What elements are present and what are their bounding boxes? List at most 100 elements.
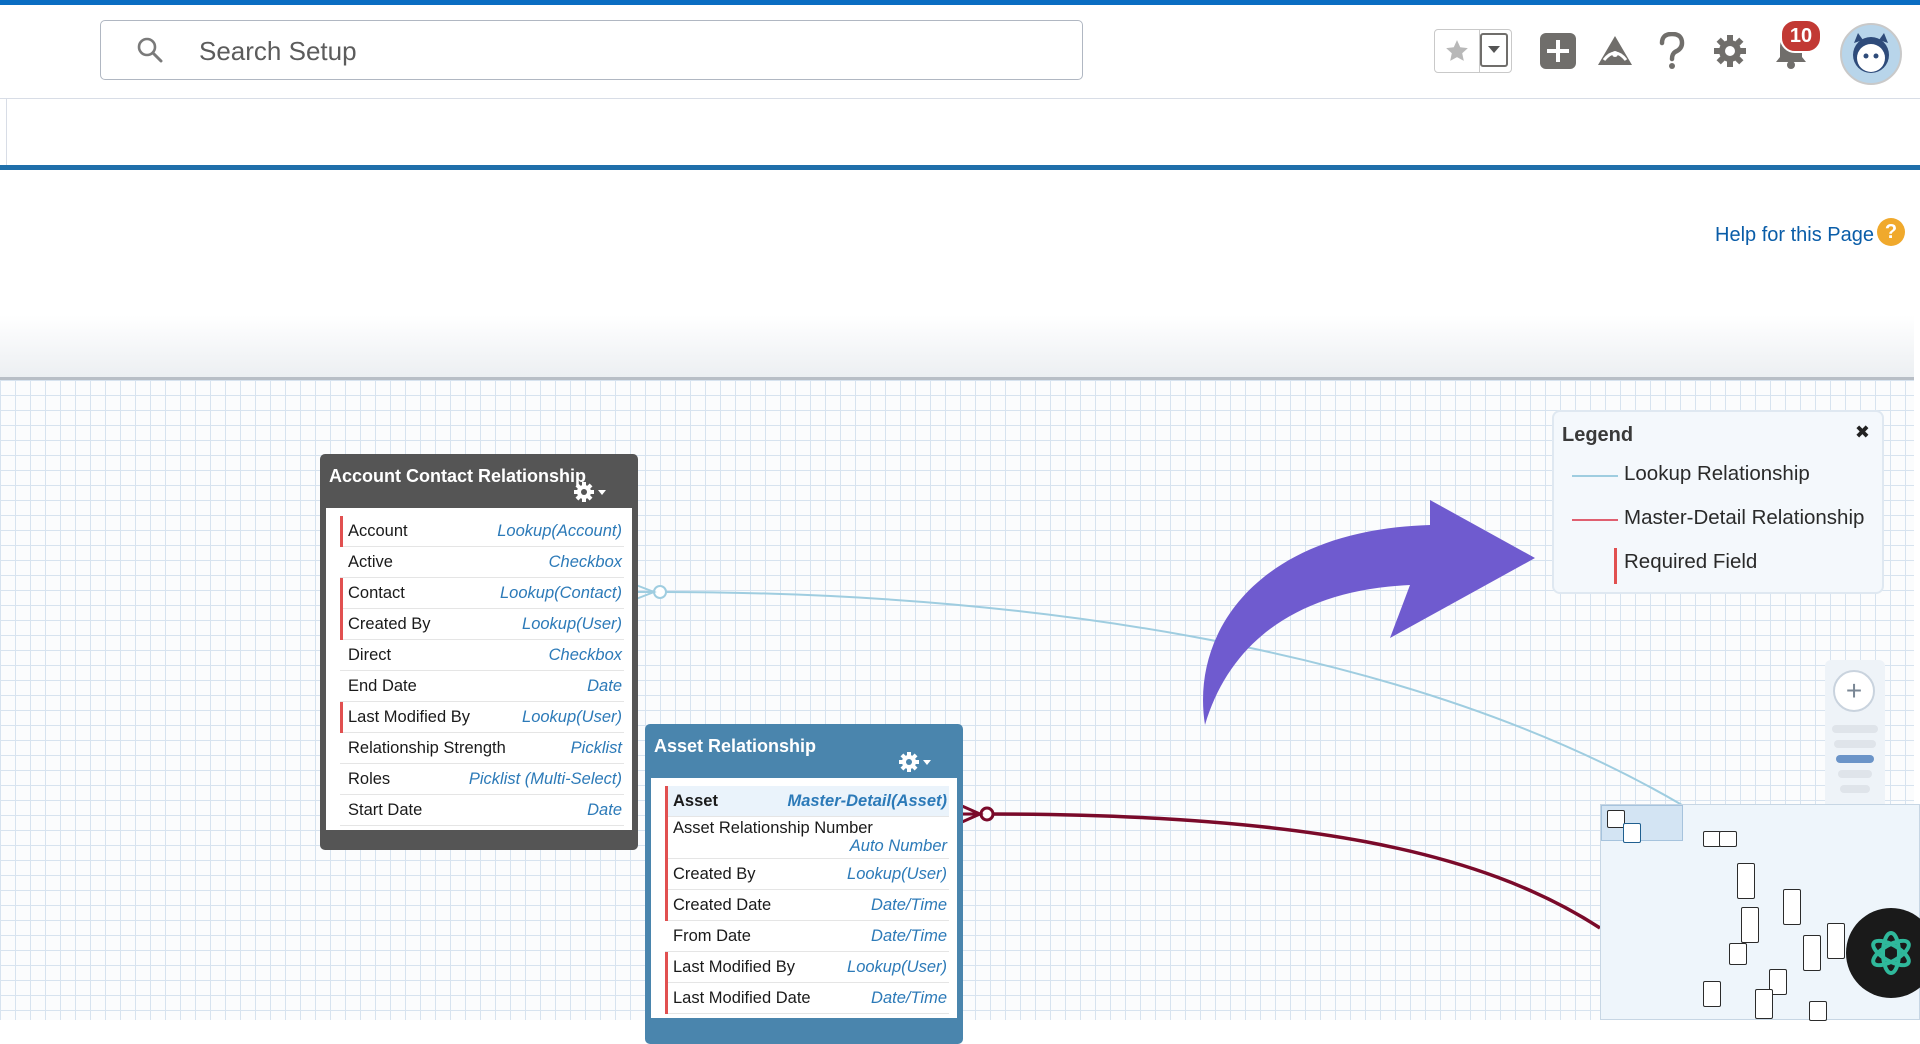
- legend-item-master-detail: Master-Detail Relationship: [1624, 506, 1865, 529]
- lookup-line-swatch: [1572, 475, 1618, 477]
- field-row[interactable]: Asset Relationship Number Auto Number: [665, 817, 949, 859]
- zoom-level-step[interactable]: [1832, 725, 1878, 733]
- global-header: 10: [0, 5, 1920, 99]
- master-detail-relationship-line: [986, 812, 1601, 930]
- object-gear-icon[interactable]: [572, 480, 610, 504]
- minimap-object: [1729, 943, 1747, 965]
- field-row[interactable]: Direct Checkbox: [340, 640, 624, 671]
- minimap-object: [1737, 863, 1755, 899]
- legend-title: Legend: [1562, 424, 1634, 446]
- field-row[interactable]: Start Date Date: [340, 795, 624, 826]
- field-row[interactable]: Account Lookup(Account): [340, 516, 624, 547]
- minimap-object: [1623, 823, 1641, 843]
- field-row[interactable]: Created By Lookup(User): [340, 609, 624, 640]
- zoom-level-current[interactable]: [1836, 755, 1874, 763]
- field-type: Picklist (Multi-Select): [468, 770, 622, 788]
- field-row[interactable]: Active Checkbox: [340, 547, 624, 578]
- field-type: Lookup(User): [522, 708, 622, 726]
- zoom-level-step[interactable]: [1834, 740, 1876, 748]
- field-row[interactable]: End Date Date: [340, 671, 624, 702]
- avatar[interactable]: [1840, 23, 1902, 85]
- zoom-level-step[interactable]: [1838, 770, 1872, 778]
- field-name: Created By: [348, 615, 431, 633]
- minimap-object: [1741, 907, 1759, 943]
- minimap-object: [1809, 1001, 1827, 1021]
- field-type: Date/Time: [871, 927, 947, 945]
- help-for-this-page-link[interactable]: Help for this Page: [1715, 224, 1874, 247]
- chevron-down-icon: [1488, 46, 1500, 53]
- ai-assistant-icon: [1871, 931, 1911, 975]
- field-row[interactable]: From Date Date/Time: [665, 921, 949, 952]
- field-type: Checkbox: [548, 646, 622, 664]
- global-actions-button[interactable]: [1538, 31, 1578, 71]
- gear-icon: [1714, 35, 1746, 67]
- zoom-in-button[interactable]: +: [1833, 670, 1875, 712]
- field-row[interactable]: Created By Lookup(User): [665, 859, 949, 890]
- trailhead-button[interactable]: [1595, 31, 1635, 71]
- minimap-object: [1803, 935, 1821, 971]
- legend-panel: Legend ✖ Lookup Relationship Master-Deta…: [1552, 410, 1884, 594]
- search-icon: [137, 37, 163, 63]
- master-detail-crowfoot: [961, 804, 984, 824]
- field-name: Roles: [348, 770, 391, 788]
- field-type: Date: [587, 677, 622, 695]
- help-icon[interactable]: ?: [1877, 218, 1905, 246]
- zoom-control: +: [1825, 660, 1885, 810]
- required-field-swatch: [1614, 548, 1617, 584]
- field-name: End Date: [348, 677, 417, 695]
- minimap-object: [1827, 923, 1845, 959]
- lookup-crowfoot: [635, 584, 657, 600]
- field-type: Checkbox: [548, 553, 622, 571]
- zoom-level-step[interactable]: [1840, 785, 1870, 793]
- search-box[interactable]: [100, 20, 1083, 80]
- field-name: Last Modified By: [348, 708, 470, 726]
- field-type: Picklist: [570, 739, 622, 757]
- field-row[interactable]: Contact Lookup(Contact): [340, 578, 624, 609]
- object-asset-relationship[interactable]: Asset Relationship Asset Master-Detail(As…: [645, 724, 963, 1044]
- favorites-button[interactable]: [1435, 30, 1480, 72]
- field-type: Lookup(User): [847, 958, 947, 976]
- notification-count-badge: 10: [1780, 19, 1822, 53]
- field-type: Lookup(Contact): [500, 584, 622, 602]
- minimap-object: [1703, 981, 1721, 1007]
- field-row[interactable]: Created Date Date/Time: [665, 890, 949, 921]
- field-type: Date: [587, 801, 622, 819]
- field-name: Active: [348, 553, 393, 571]
- field-list: Account Lookup(Account) Active Checkbox Cont…: [326, 508, 632, 830]
- setup-button[interactable]: [1710, 31, 1750, 71]
- field-row[interactable]: Relationship Strength Picklist: [340, 733, 624, 764]
- help-button[interactable]: [1652, 31, 1692, 71]
- field-name: From Date: [673, 927, 751, 945]
- favorites-control: [1434, 29, 1512, 73]
- field-name: Asset: [673, 792, 718, 810]
- search-input[interactable]: [197, 29, 1061, 73]
- object-gear-icon[interactable]: [897, 750, 935, 774]
- star-icon: [1446, 40, 1468, 61]
- astro-avatar-icon: [1853, 33, 1889, 73]
- field-name: Account: [348, 522, 408, 540]
- field-name: Last Modified By: [673, 958, 795, 976]
- field-type: Master-Detail(Asset): [787, 792, 947, 810]
- annotation-arrow: [1203, 500, 1535, 725]
- field-name: Contact: [348, 584, 405, 602]
- favorites-list-button[interactable]: [1480, 33, 1508, 67]
- field-row[interactable]: Roles Picklist (Multi-Select): [340, 764, 624, 795]
- trailhead-icon: [1598, 36, 1632, 65]
- schema-builder-toolbar: [0, 315, 1914, 380]
- field-row[interactable]: Last Modified Date Date/Time: [665, 983, 949, 1014]
- legend-item-required: Required Field: [1624, 550, 1758, 573]
- field-name: Direct: [348, 646, 392, 664]
- legend-item-lookup: Lookup Relationship: [1624, 462, 1810, 485]
- close-icon[interactable]: ✖: [1855, 422, 1870, 443]
- minimap-object: [1783, 889, 1801, 925]
- help-icon: [1659, 32, 1685, 69]
- minimap-object: [1755, 989, 1773, 1019]
- field-row[interactable]: Last Modified By Lookup(User): [665, 952, 949, 983]
- object-account-contact-relationship[interactable]: Account Contact Relationship Account Look…: [320, 454, 638, 850]
- field-row[interactable]: Asset Master-Detail(Asset): [665, 786, 949, 817]
- field-type: Lookup(Account): [497, 522, 622, 540]
- field-name: Relationship Strength: [348, 739, 506, 757]
- field-row[interactable]: Last Modified By Lookup(User): [340, 702, 624, 733]
- field-type: Date/Time: [871, 989, 947, 1007]
- field-type: Lookup(User): [522, 615, 622, 633]
